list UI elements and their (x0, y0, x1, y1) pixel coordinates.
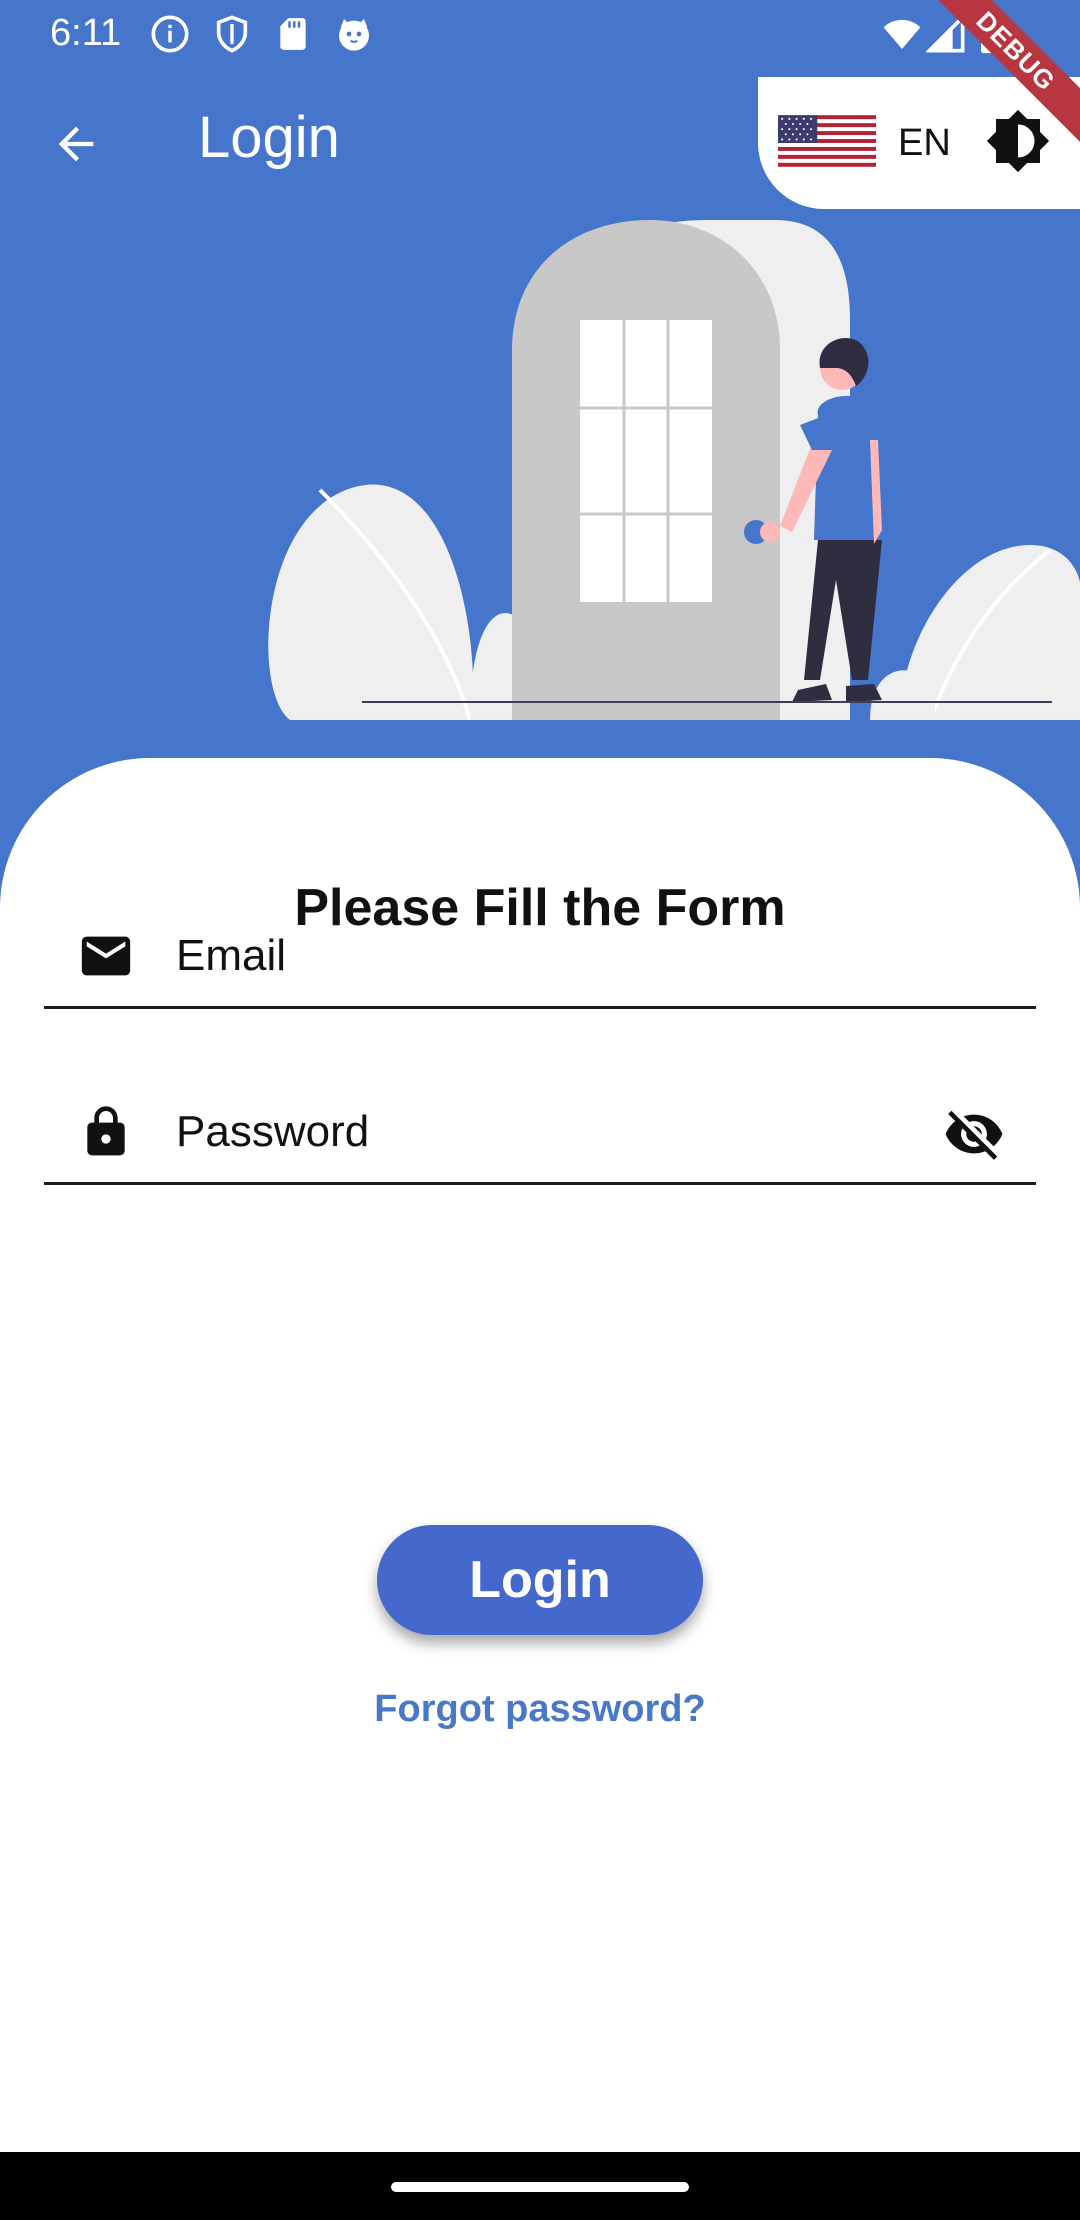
wifi-icon (880, 14, 924, 59)
brightness-icon (985, 108, 1051, 179)
email-input[interactable] (176, 916, 936, 996)
shield-icon (212, 14, 252, 59)
password-field[interactable] (44, 1082, 1036, 1185)
sd-card-icon (274, 14, 312, 59)
back-button[interactable] (40, 110, 112, 182)
form-card: Please Fill the Form Login Forgot passwo… (0, 758, 1080, 2152)
status-bar: 6:11 (0, 0, 1080, 66)
email-field[interactable] (44, 906, 1036, 1009)
forgot-password-link[interactable]: Forgot password? (0, 1688, 1080, 1731)
header-illustration (0, 200, 1080, 721)
home-indicator[interactable] (391, 2182, 689, 2192)
status-time: 6:11 (50, 12, 122, 54)
login-button[interactable]: Login (377, 1525, 703, 1635)
theme-toggle-button[interactable] (980, 105, 1056, 181)
info-icon (150, 14, 190, 59)
lock-icon (76, 1102, 136, 1162)
password-input[interactable] (176, 1092, 936, 1172)
battery-icon (978, 14, 1004, 59)
signal-icon (924, 12, 966, 59)
mail-icon (76, 926, 136, 986)
system-nav-bar (0, 2152, 1080, 2220)
language-label[interactable]: EN (898, 121, 951, 165)
visibility-off-icon[interactable] (942, 1102, 1006, 1166)
us-flag-icon[interactable] (778, 115, 876, 172)
settings-pill: EN (758, 77, 1080, 209)
cat-icon (334, 14, 374, 59)
arrow-back-icon (50, 118, 102, 175)
page-title: Login (198, 105, 340, 170)
